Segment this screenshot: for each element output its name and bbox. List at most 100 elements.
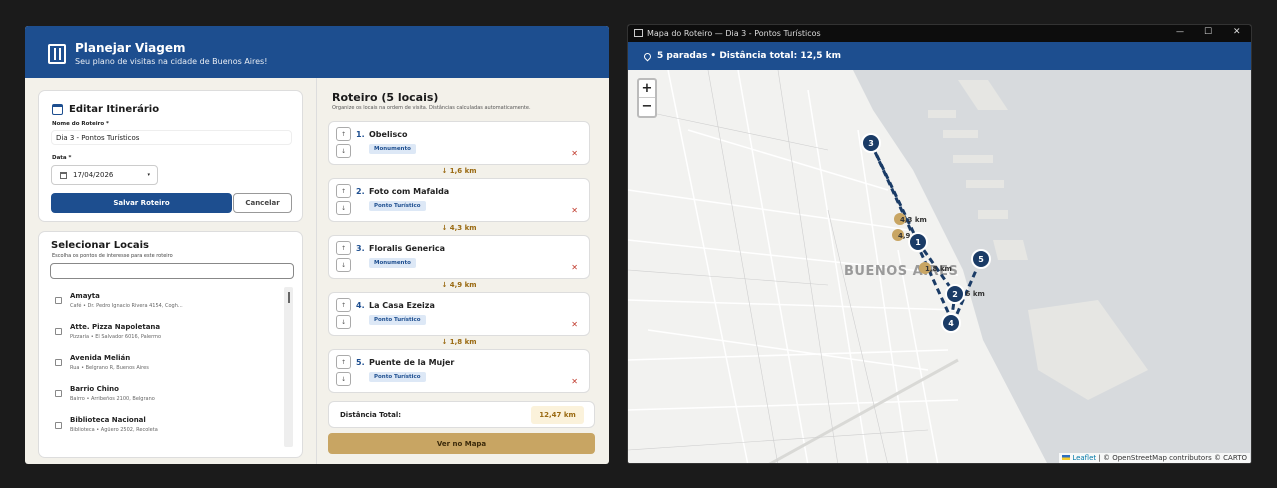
place-name: Biblioteca Nacional [70, 416, 146, 424]
place-desc: Café • Dr. Pedro Ignacio Rivera 4154, Co… [70, 303, 183, 309]
marker-5[interactable]: 5 [971, 249, 991, 269]
select-places-subtitle: Escolha os pontos de interesse para este… [52, 253, 173, 259]
marker-4[interactable]: 4 [941, 313, 961, 333]
marker-label: 1 [915, 238, 921, 247]
place-desc: Rua • Belgrano R, Buenos Aires [70, 365, 149, 371]
route-name-label: Nome do Roteiro * [52, 121, 109, 127]
segment-distance: ↓ 1,6 km [441, 167, 477, 175]
marker-1[interactable]: 1 [908, 232, 928, 252]
date-value: 17/04/2026 [73, 171, 114, 179]
app-subtitle: Seu plano de visitas na cidade de Buenos… [75, 57, 268, 66]
view-on-map-button[interactable]: Ver no Mapa [328, 433, 595, 454]
zoom-control: + − [637, 78, 657, 118]
route-item-name: La Casa Ezeiza [369, 301, 435, 310]
route-item-name: Floralis Generica [369, 244, 446, 253]
place-checkbox[interactable] [55, 422, 62, 429]
route-item-type-badge: Monumento [369, 144, 416, 154]
map-book-icon [48, 44, 66, 64]
distance-label: 1,8 km [925, 265, 952, 273]
route-item-number: 4. [356, 301, 365, 310]
move-up-button[interactable]: ↑ [336, 127, 351, 141]
place-desc: Pizzaria • El Salvador 6016, Palermo [70, 334, 162, 340]
place-name: Amayta [70, 292, 100, 300]
calendar-icon [52, 104, 63, 115]
route-title: Roteiro (5 locais) [332, 91, 439, 104]
total-distance-value: 12,47 km [531, 406, 584, 424]
move-down-button[interactable]: ↓ [336, 258, 351, 272]
move-down-button[interactable]: ↓ [336, 201, 351, 215]
place-desc: Biblioteca • Agüero 2502, Recoleta [70, 427, 158, 433]
move-up-button[interactable]: ↑ [336, 241, 351, 255]
marker-label: 2 [952, 290, 958, 299]
date-input[interactable]: 17/04/2026 ▾ [51, 165, 158, 185]
place-checkbox[interactable] [55, 359, 62, 366]
window-title: Mapa do Roteiro — Dia 3 - Pontos Turísti… [647, 29, 821, 38]
edit-itinerary-card: Editar Itinerário Nome do Roteiro * Dia … [38, 90, 303, 222]
remove-icon[interactable]: ✕ [571, 149, 578, 158]
route-item-number: 2. [356, 187, 365, 196]
leaflet-link[interactable]: Leaflet [1072, 454, 1096, 462]
window-titlebar: Mapa do Roteiro — Dia 3 - Pontos Turísti… [628, 25, 1251, 42]
cancel-button[interactable]: Cancelar [233, 193, 292, 213]
route-stats-bar: 5 paradas • Distância total: 12,5 km [628, 42, 1251, 70]
select-places-card: Selecionar Locais Escolha os pontos de i… [38, 231, 303, 458]
remove-icon[interactable]: ✕ [571, 377, 578, 386]
move-down-button[interactable]: ↓ [336, 315, 351, 329]
route-item-number: 3. [356, 244, 365, 253]
distance-label: 4,3 km [900, 216, 927, 224]
route-item-type-badge: Ponto Turístico [369, 372, 426, 382]
route-name-input[interactable]: Dia 3 - Pontos Turísticos [51, 130, 292, 145]
place-checkbox[interactable] [55, 390, 62, 397]
marker-3[interactable]: 3 [861, 133, 881, 153]
remove-icon[interactable]: ✕ [571, 320, 578, 329]
route-item-number: 1. [356, 130, 365, 139]
zoom-in-button[interactable]: + [639, 80, 655, 98]
place-checkbox[interactable] [55, 297, 62, 304]
place-desc: Bairro • Arribeños 2100, Belgrano [70, 396, 155, 402]
move-up-button[interactable]: ↑ [336, 355, 351, 369]
date-label: Data * [52, 155, 72, 161]
save-route-button[interactable]: Salvar Roteiro [51, 193, 232, 213]
move-down-button[interactable]: ↓ [336, 372, 351, 386]
route-item-name: Foto com Mafalda [369, 187, 450, 196]
total-distance-label: Distância Total: [340, 411, 402, 419]
zoom-out-button[interactable]: − [639, 98, 655, 116]
app-title: Planejar Viagem [75, 41, 186, 55]
select-places-title: Selecionar Locais [51, 240, 149, 251]
move-up-button[interactable]: ↑ [336, 184, 351, 198]
remove-icon[interactable]: ✕ [571, 206, 578, 215]
route-item: ↑ ↓ 3. Floralis Generica Monumento ✕ [328, 235, 590, 279]
close-button[interactable]: ✕ [1233, 27, 1241, 37]
route-item-name: Obelisco [369, 130, 408, 139]
panel-divider [316, 78, 317, 464]
places-scrollbar[interactable] [284, 287, 293, 447]
marker-label: 3 [868, 139, 874, 148]
remove-icon[interactable]: ✕ [571, 263, 578, 272]
move-down-button[interactable]: ↓ [336, 144, 351, 158]
route-item: ↑ ↓ 5. Puente de la Mujer Ponto Turístic… [328, 349, 590, 393]
map-canvas[interactable]: BUENOS AIRES 4,3 km 4,9 km 1,8 km 1,6 km… [628, 69, 1252, 464]
places-search-input[interactable] [50, 263, 294, 279]
minimize-button[interactable]: — [1176, 27, 1184, 36]
segment-distance: ↓ 4,3 km [441, 224, 477, 232]
route-subtitle: Organize os locais na ordem de visita. D… [332, 105, 531, 111]
place-name: Barrio Chino [70, 385, 119, 393]
move-up-button[interactable]: ↑ [336, 298, 351, 312]
calendar-small-icon [60, 171, 67, 179]
segment-distance: ↓ 1,8 km [441, 338, 477, 346]
place-name: Atte. Pizza Napoletana [70, 323, 161, 331]
marker-2[interactable]: 2 [945, 284, 965, 304]
place-checkbox[interactable] [55, 328, 62, 335]
marker-label: 4 [948, 319, 954, 328]
marker-label: 5 [978, 255, 984, 264]
maximize-button[interactable]: ☐ [1204, 27, 1212, 37]
route-item-type-badge: Ponto Turístico [369, 201, 426, 211]
route-item-name: Puente de la Mujer [369, 358, 455, 367]
route-item-type-badge: Ponto Turístico [369, 315, 426, 325]
edit-itinerary-title: Editar Itinerário [69, 104, 160, 115]
route-item-type-badge: Monumento [369, 258, 416, 268]
total-distance-box: Distância Total: 12,47 km [328, 401, 595, 428]
route-item: ↑ ↓ 2. Foto com Mafalda Ponto Turístico … [328, 178, 590, 222]
map-svg[interactable]: BUENOS AIRES 4,3 km 4,9 km 1,8 km 1,6 km… [628, 69, 1252, 464]
window-icon [634, 29, 643, 37]
